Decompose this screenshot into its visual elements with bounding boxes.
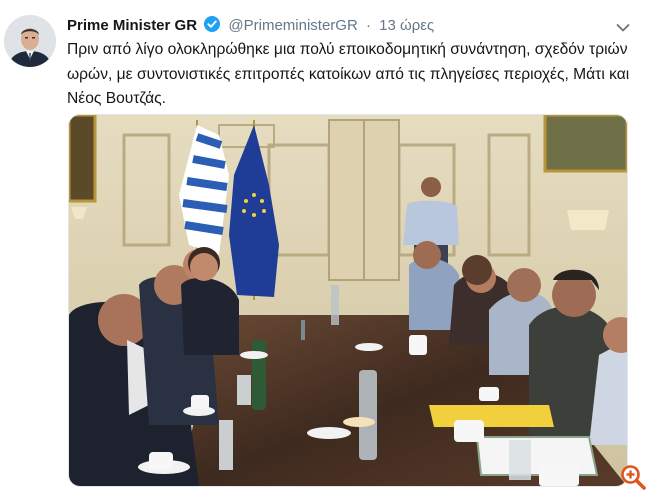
timestamp[interactable]: 13 ώρες [379,17,434,34]
meeting-photo [69,115,627,486]
avatar-image [4,15,56,67]
author-name[interactable]: Prime Minister GR [67,17,197,34]
avatar[interactable] [4,15,56,67]
chevron-down-icon[interactable] [616,20,630,37]
tweet-photo[interactable] [68,114,628,487]
tweet-header: Prime Minister GR @PrimeministerGR · 13 … [67,16,630,38]
tweet: Prime Minister GR @PrimeministerGR · 13 … [0,0,650,494]
author-handle[interactable]: @PrimeministerGR [228,17,357,34]
verified-badge-icon [204,16,221,36]
tweet-text: Πριν από λίγο ολοκληρώθηκε μια πολύ εποι… [67,41,630,107]
separator-dot: · [365,17,371,34]
zoom-in-icon[interactable] [619,463,647,491]
